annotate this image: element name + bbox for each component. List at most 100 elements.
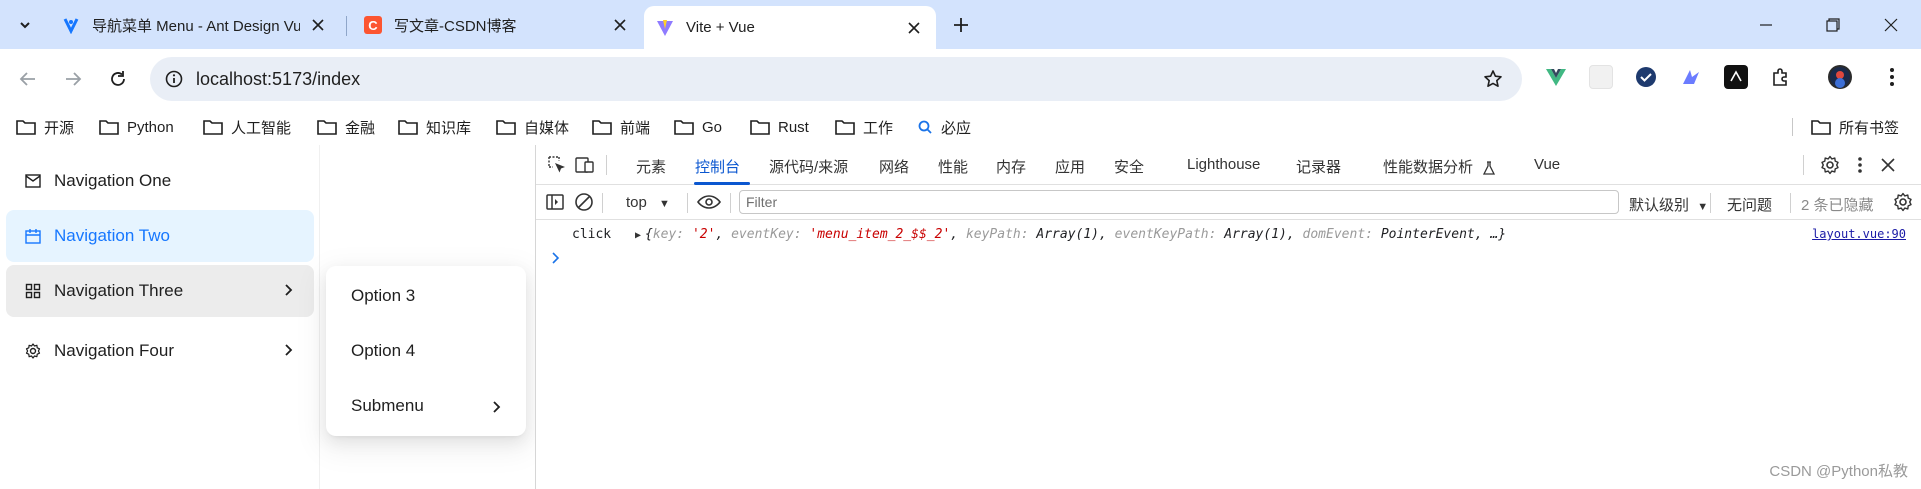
bookmark-star-icon[interactable]	[1482, 68, 1504, 90]
site-info-icon[interactable]	[164, 69, 184, 89]
context-selector[interactable]: top ▼	[626, 194, 670, 211]
console-toolbar: top ▼ 默认级别 ▼ 无问题 2 条已隐藏	[536, 185, 1921, 220]
restore-button[interactable]	[1820, 12, 1846, 38]
chevron-right-icon	[490, 400, 504, 414]
check-extension-icon[interactable]	[1634, 65, 1658, 89]
close-window-button[interactable]	[1878, 12, 1904, 38]
bookmark-folder[interactable]: 前端	[592, 115, 650, 139]
devtools-tab-memory[interactable]: 内存	[996, 156, 1026, 177]
chevron-right-icon	[282, 283, 296, 297]
device-toolbar-icon[interactable]	[574, 154, 596, 176]
vite-favicon-icon	[656, 19, 674, 37]
clear-console-icon[interactable]	[573, 191, 595, 213]
bookmark-label: Python	[127, 118, 174, 136]
bookmark-label: 开源	[44, 119, 75, 137]
setting-icon	[24, 342, 42, 360]
sidebar-toggle-icon[interactable]	[544, 191, 566, 213]
popup-option-4[interactable]: Option 4	[351, 341, 415, 361]
bird-extension-icon[interactable]	[1679, 65, 1703, 89]
devtools-tab-lighthouse[interactable]: Lighthouse	[1187, 156, 1260, 173]
devtools-tab-performance[interactable]: 性能	[938, 156, 968, 177]
settings-gear-icon[interactable]	[1819, 154, 1841, 176]
console-log-message: click ▶ {key: '2', eventKey: 'menu_item_2…	[572, 227, 1506, 242]
log-source-link[interactable]: layout.vue:90	[1812, 227, 1906, 241]
log-object[interactable]: {key: '2', eventKey: 'menu_item_2_$$_2',…	[645, 227, 1506, 242]
aitdk-extension-icon[interactable]	[1724, 65, 1748, 89]
log-level-selector[interactable]: 默认级别 ▼	[1629, 194, 1708, 215]
bookmark-label: 所有书签	[1839, 119, 1900, 137]
devtools-tab-performance-insights[interactable]: 性能数据分析	[1383, 156, 1496, 177]
menu-item-navigation-two[interactable]: Navigation Two	[6, 210, 314, 262]
bookmark-folder[interactable]: 人工智能	[203, 115, 291, 139]
folder-icon	[398, 118, 418, 136]
bookmark-label: 必应	[941, 119, 972, 137]
back-button[interactable]	[14, 65, 42, 93]
console-prompt-chevron-icon[interactable]	[550, 252, 562, 264]
bookmark-folder[interactable]: Rust	[750, 115, 809, 139]
tab-separator	[346, 16, 347, 36]
bookmark-folder[interactable]: 工作	[835, 115, 893, 139]
vue-devtools-extension-icon[interactable]	[1544, 65, 1568, 89]
devtools-tab-vue[interactable]: Vue	[1534, 156, 1560, 173]
profile-avatar[interactable]	[1828, 65, 1852, 89]
bookmark-label: 知识库	[426, 119, 472, 137]
extensions-puzzle-icon[interactable]	[1769, 65, 1793, 89]
expand-triangle-icon[interactable]: ▶	[635, 230, 641, 241]
devtools-tab-console[interactable]: 控制台	[695, 156, 740, 177]
tab-ant-design-menu[interactable]: 导航菜单 Menu - Ant Design Vue	[50, 6, 340, 44]
popup-submenu[interactable]: Submenu	[351, 396, 424, 416]
menu-item-label: Navigation Four	[54, 341, 175, 360]
devtools-tab-recorder[interactable]: 记录器	[1296, 156, 1341, 177]
filter-input[interactable]	[740, 191, 1618, 213]
bookmark-folder[interactable]: 知识库	[398, 115, 471, 139]
menu-item-navigation-one[interactable]: Navigation One	[6, 155, 314, 207]
devtools-tab-security[interactable]: 安全	[1114, 156, 1144, 177]
tab-title: Vite + Vue	[686, 19, 755, 36]
toolbar-divider	[1710, 193, 1711, 213]
blank-extension-icon[interactable]	[1589, 65, 1613, 89]
more-vert-icon[interactable]	[1849, 154, 1871, 176]
menu-item-navigation-four[interactable]: Navigation Four	[6, 325, 314, 377]
toolbar-divider	[602, 193, 603, 213]
bookmark-label: 人工智能	[231, 119, 292, 137]
new-tab-button[interactable]	[948, 12, 974, 38]
bookmarks-divider	[1792, 118, 1793, 136]
tab-csdn-write[interactable]: C 写文章-CSDN博客	[352, 6, 642, 44]
devtools-tab-network[interactable]: 网络	[879, 156, 909, 177]
log-level-label: 默认级别	[1629, 197, 1690, 214]
issues-button[interactable]: 无问题	[1727, 194, 1772, 215]
bookmark-folder[interactable]: Go	[674, 115, 722, 139]
tab-vite-vue[interactable]: Vite + Vue	[644, 6, 936, 49]
menu-item-navigation-three[interactable]: Navigation Three	[6, 265, 314, 317]
url-text[interactable]: localhost:5173/index	[196, 69, 360, 90]
minimize-button[interactable]	[1753, 12, 1779, 38]
close-devtools-icon[interactable]	[1877, 154, 1899, 176]
page-viewport: Navigation One Navigation Two Navigation…	[0, 145, 535, 489]
calendar-icon	[24, 227, 42, 245]
bookmark-folder[interactable]: 自媒体	[496, 115, 569, 139]
inspect-element-icon[interactable]	[546, 154, 568, 176]
close-icon[interactable]	[308, 15, 328, 35]
close-icon[interactable]	[904, 18, 924, 38]
bookmark-folder[interactable]: 金融	[317, 115, 375, 139]
bookmark-folder[interactable]: 开源	[16, 115, 74, 139]
bookmark-label: Rust	[778, 118, 809, 136]
forward-button[interactable]	[59, 65, 87, 93]
devtools-tab-sources[interactable]: 源代码/来源	[769, 156, 848, 177]
eye-icon[interactable]	[696, 191, 722, 213]
bookmark-folder[interactable]: Python	[99, 115, 174, 139]
address-bar[interactable]: localhost:5173/index	[150, 57, 1522, 101]
console-settings-gear-icon[interactable]	[1892, 191, 1914, 213]
all-bookmarks-button[interactable]: 所有书签	[1811, 115, 1899, 139]
submenu-popup: Option 3 Option 4 Submenu	[326, 266, 526, 436]
filter-box[interactable]	[739, 190, 1619, 214]
devtools-tab-elements[interactable]: 元素	[636, 156, 666, 177]
close-icon[interactable]	[610, 15, 630, 35]
more-vert-icon[interactable]	[1880, 65, 1904, 89]
folder-icon	[674, 118, 694, 136]
devtools-tab-application[interactable]: 应用	[1055, 156, 1085, 177]
popup-option-3[interactable]: Option 3	[351, 286, 415, 306]
tab-search-button[interactable]	[10, 10, 40, 40]
bookmark-bing[interactable]: 必应	[917, 115, 971, 139]
reload-button[interactable]	[104, 65, 132, 93]
